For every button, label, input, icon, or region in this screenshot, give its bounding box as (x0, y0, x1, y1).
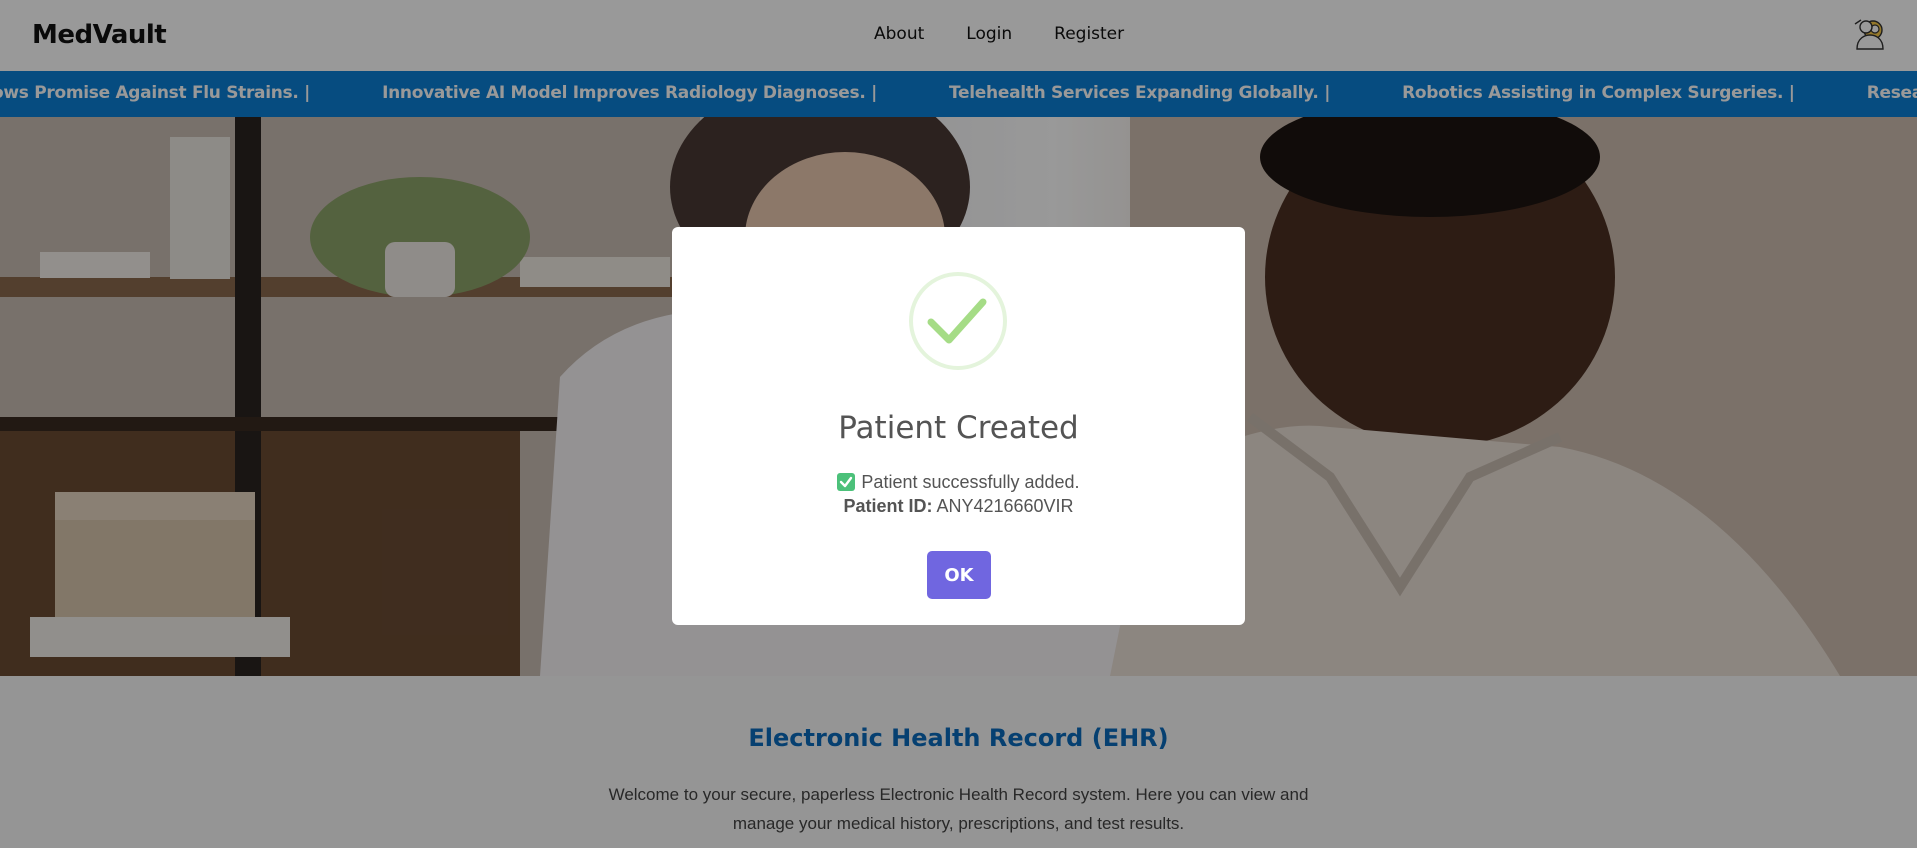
success-checkmark-icon (909, 272, 1007, 370)
checkbox-check-icon (837, 473, 856, 491)
ok-button[interactable]: OK (927, 551, 991, 599)
modal-message: Patient successfully added. (672, 472, 1245, 493)
modal-message-text: Patient successfully added. (861, 472, 1080, 492)
patient-id-label: Patient ID: (843, 496, 933, 516)
patient-id-value: ANY4216660VIR (936, 496, 1074, 516)
success-modal: Patient Created Patient successfully add… (672, 227, 1245, 625)
modal-title: Patient Created (838, 410, 1079, 446)
patient-id-line: Patient ID: ANY4216660VIR (672, 496, 1245, 517)
